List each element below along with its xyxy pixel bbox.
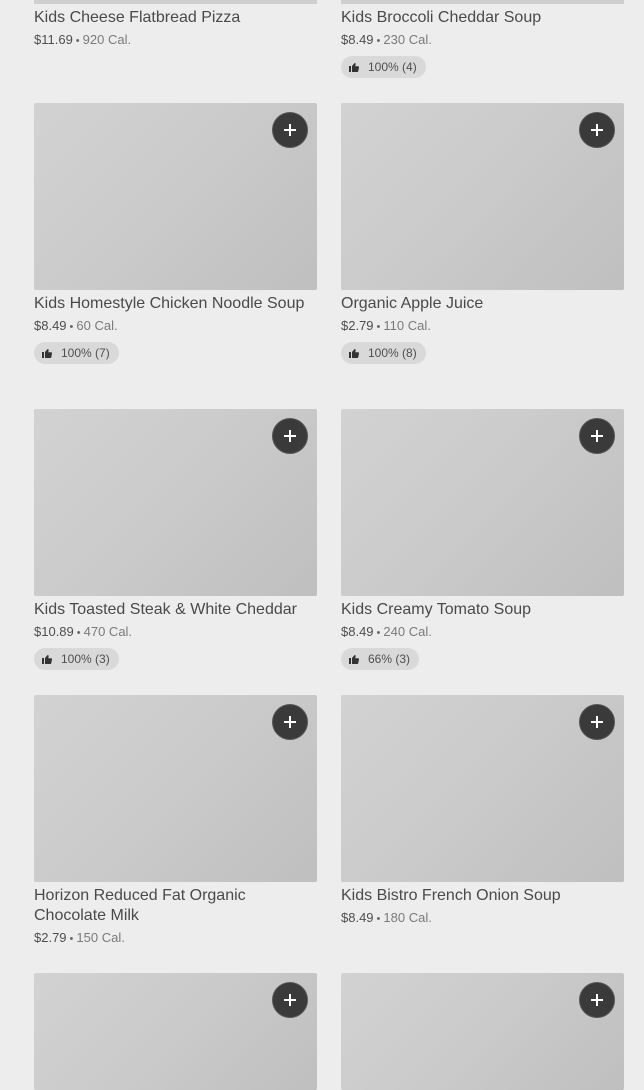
menu-item-image[interactable] (34, 409, 317, 596)
plus-icon (591, 716, 603, 728)
thumbs-up-icon (42, 349, 53, 358)
menu-item-image[interactable] (34, 973, 317, 1090)
plus-icon (284, 124, 296, 136)
menu-item-title[interactable]: Kids Toasted Steak & White Cheddar (34, 600, 317, 620)
separator-dot: • (69, 933, 74, 945)
menu-item-price: $2.79 (34, 930, 67, 945)
menu-item-calories: 920 Cal. (82, 32, 132, 47)
plus-icon (591, 994, 603, 1006)
add-to-cart-button[interactable] (579, 982, 615, 1018)
menu-item-title[interactable]: Organic Apple Juice (341, 294, 624, 314)
add-to-cart-button[interactable] (272, 982, 308, 1018)
rating-badge: 100% (4) (341, 56, 426, 78)
rating-badge: 100% (7) (34, 342, 119, 364)
add-to-cart-button[interactable] (272, 112, 308, 148)
menu-item-meta: $8.49 • 230 Cal. (341, 31, 624, 50)
separator-dot: • (69, 321, 74, 333)
menu-item-calories: 60 Cal. (76, 318, 118, 333)
menu-item-image[interactable] (341, 973, 624, 1090)
plus-icon (284, 430, 296, 442)
thumbs-up-icon (42, 655, 53, 664)
rating-text: 100% (3) (61, 652, 110, 666)
plus-icon (284, 994, 296, 1006)
rating-badge: 66% (3) (341, 648, 420, 670)
add-to-cart-button[interactable] (272, 418, 308, 454)
rating-badge: 100% (3) (34, 648, 119, 670)
menu-item-price: $11.69 (34, 32, 73, 47)
menu-item-meta: $8.49 • 60 Cal. (34, 317, 317, 336)
menu-item-image[interactable] (34, 0, 317, 4)
menu-item-title[interactable]: Horizon Reduced Fat Organic Chocolate Mi… (34, 886, 317, 926)
add-to-cart-button[interactable] (579, 112, 615, 148)
menu-item-price: $2.79 (341, 318, 374, 333)
rating-text: 100% (7) (61, 346, 110, 360)
menu-item-price: $8.49 (34, 318, 67, 333)
menu-item-image[interactable] (341, 695, 624, 882)
menu-item-calories: 240 Cal. (383, 624, 432, 639)
separator-dot: • (76, 627, 81, 639)
thumbs-up-icon (349, 655, 360, 664)
plus-icon (591, 124, 603, 136)
add-to-cart-button[interactable] (579, 418, 615, 454)
rating-text: 66% (3) (368, 652, 411, 666)
plus-icon (591, 430, 603, 442)
menu-item-image[interactable] (341, 103, 624, 290)
menu-item-meta: $2.79 • 150 Cal. (34, 929, 317, 948)
menu-item-meta: $2.79 • 110 Cal. (341, 317, 624, 336)
plus-icon (284, 716, 296, 728)
menu-item-title[interactable]: Kids Creamy Tomato Soup (341, 600, 624, 620)
add-to-cart-button[interactable] (579, 704, 615, 740)
menu-item-meta: $11.69 • 920 Cal. (34, 31, 317, 50)
menu-item-image[interactable] (341, 0, 624, 4)
add-to-cart-button[interactable] (272, 704, 308, 740)
separator-dot: • (376, 913, 381, 925)
menu-item-calories: 230 Cal. (383, 32, 432, 47)
menu-item-price: $8.49 (341, 624, 374, 639)
rating-text: 100% (4) (368, 60, 417, 74)
separator-dot: • (376, 627, 381, 639)
menu-item-meta: $8.49 • 180 Cal. (341, 909, 624, 928)
menu-item-meta: $8.49 • 240 Cal. (341, 623, 624, 642)
separator-dot: • (376, 35, 381, 47)
thumbs-up-icon (349, 63, 360, 72)
menu-item-price: $10.89 (34, 624, 74, 639)
menu-item-title[interactable]: Kids Homestyle Chicken Noodle Soup (34, 294, 317, 314)
menu-item-image[interactable] (341, 409, 624, 596)
menu-item-calories: 110 Cal. (383, 318, 431, 333)
menu-item-meta: $10.89 • 470 Cal. (34, 623, 317, 642)
rating-text: 100% (8) (368, 346, 417, 360)
rating-badge: 100% (8) (341, 342, 426, 364)
menu-item-title[interactable]: Kids Bistro French Onion Soup (341, 886, 624, 906)
menu-item-image[interactable] (34, 695, 317, 882)
menu-item-price: $8.49 (341, 910, 374, 925)
separator-dot: • (75, 35, 80, 47)
menu-item-calories: 150 Cal. (76, 930, 125, 945)
menu-item-title[interactable]: Kids Broccoli Cheddar Soup (341, 8, 624, 28)
menu-item-image[interactable] (34, 103, 317, 290)
thumbs-up-icon (349, 349, 360, 358)
menu-item-calories: 180 Cal. (383, 910, 432, 925)
menu-item-price: $8.49 (341, 32, 374, 47)
separator-dot: • (376, 321, 381, 333)
menu-item-title[interactable]: Kids Cheese Flatbread Pizza (34, 8, 317, 28)
menu-item-calories: 470 Cal. (83, 624, 133, 639)
